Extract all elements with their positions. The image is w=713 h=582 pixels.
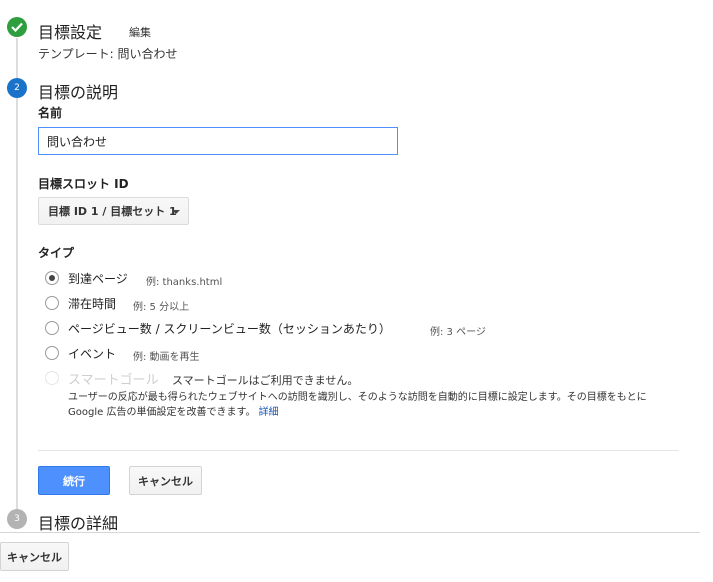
- smart-goal-note: スマートゴールはご利用できません。: [172, 374, 359, 387]
- edit-link[interactable]: 編集: [129, 24, 151, 40]
- continue-button[interactable]: 続行: [38, 466, 110, 495]
- step1-title: 目標設定: [38, 23, 103, 42]
- smart-goal-description: ユーザーの反応が最も得られたウェブサイトへの訪問を識別し、そのような訪問を自動的…: [68, 392, 647, 418]
- type-label: タイプ: [38, 246, 75, 260]
- type-option-label: ページビュー数 / スクリーンビュー数（セッションあたり）: [68, 322, 391, 336]
- step3-number-badge: 3: [7, 509, 27, 529]
- type-option-example: 例: 3 ページ: [430, 327, 486, 338]
- type-option-example: 例: thanks.html: [146, 277, 223, 288]
- progress-rail: [16, 38, 18, 512]
- type-option-label: 滞在時間: [68, 297, 117, 311]
- radio-pages-per-session[interactable]: [45, 321, 59, 335]
- smart-goal-label: スマートゴール: [68, 373, 159, 388]
- goal-name-input[interactable]: [38, 127, 398, 155]
- slot-id-select[interactable]: 目標 ID 1 / 目標セット 1: [38, 197, 189, 225]
- step-complete-check-icon: [7, 17, 27, 37]
- type-option-label: イベント: [68, 347, 117, 361]
- step3-title: 目標の詳細: [38, 514, 119, 533]
- template-text: テンプレート: 問い合わせ: [38, 47, 178, 61]
- name-label: 名前: [38, 106, 63, 120]
- type-option-example: 例: 5 分以上: [133, 302, 190, 313]
- radio-duration[interactable]: [45, 296, 59, 310]
- slot-id-label: 目標スロット ID: [38, 177, 129, 191]
- chevron-down-icon: [172, 210, 180, 214]
- slot-id-value: 目標 ID 1 / 目標セット 1: [48, 205, 177, 218]
- step2-title: 目標の説明: [38, 83, 119, 102]
- footer-cancel-button[interactable]: キャンセル: [0, 542, 69, 571]
- step2-number-badge: 2: [7, 78, 27, 98]
- radio-smart-goal: [45, 371, 59, 385]
- radio-destination[interactable]: [45, 271, 59, 285]
- learn-more-link[interactable]: 詳細: [259, 407, 279, 418]
- divider: [38, 450, 679, 451]
- type-option-example: 例: 動画を再生: [133, 352, 200, 363]
- type-option-label: 到達ページ: [68, 272, 128, 286]
- cancel-button[interactable]: キャンセル: [129, 466, 202, 495]
- radio-event[interactable]: [45, 346, 59, 360]
- footer-divider: [0, 532, 700, 533]
